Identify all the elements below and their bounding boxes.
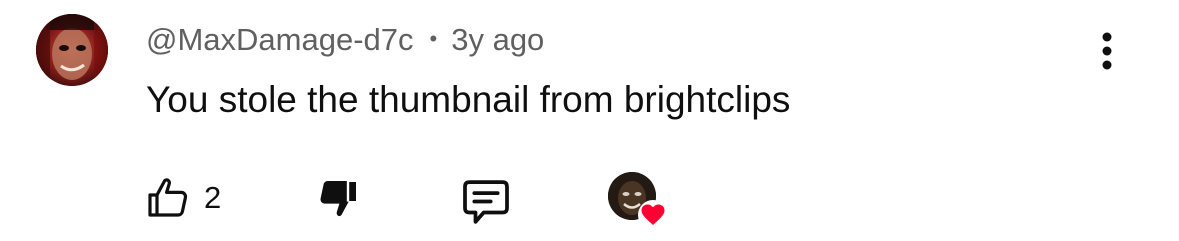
comment-avatar[interactable] (36, 14, 108, 86)
more-vert-icon (1102, 32, 1112, 70)
comment-actions: 2 (0, 168, 1179, 230)
thumbs-down-filled-icon (320, 181, 356, 217)
reply-button[interactable] (458, 174, 514, 230)
heart-badge (638, 200, 668, 230)
more-options-button[interactable] (1090, 28, 1124, 74)
dislike-button[interactable] (314, 174, 362, 222)
comment-meta: @MaxDamage-d7c • 3y ago (146, 20, 544, 60)
reply-comment-icon (463, 180, 509, 224)
avatar-image (36, 14, 108, 86)
like-button[interactable]: 2 (144, 174, 221, 222)
comment-author[interactable]: @MaxDamage-d7c (146, 22, 414, 58)
creator-heart (608, 172, 672, 232)
heart-icon (641, 204, 665, 225)
like-count: 2 (204, 180, 222, 215)
comment-text: You stole the thumbnail from brightclips (146, 79, 791, 120)
thumbs-up-outline-icon (148, 178, 188, 217)
comment-timestamp[interactable]: 3y ago (451, 22, 544, 58)
meta-separator: • (429, 26, 438, 51)
